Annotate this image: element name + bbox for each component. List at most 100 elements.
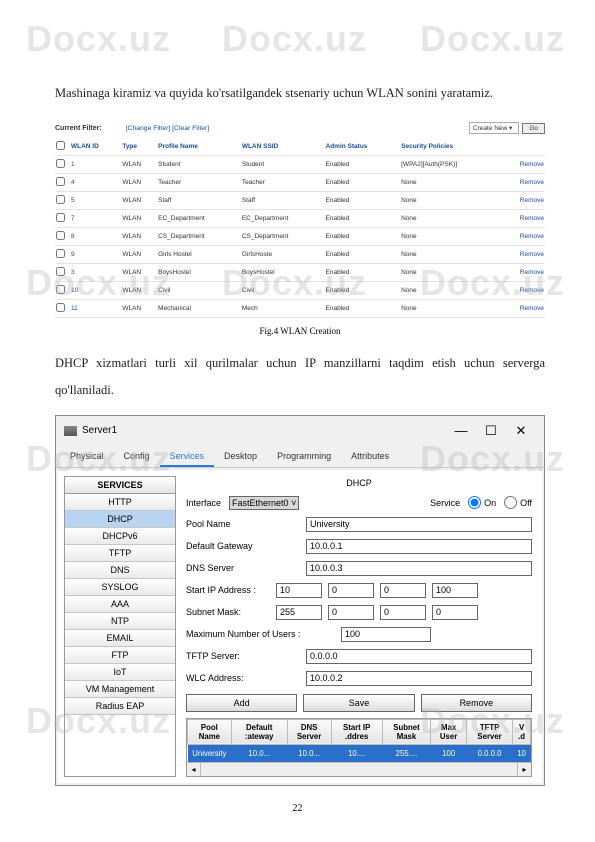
service-item-aaa[interactable]: AAA	[65, 596, 175, 613]
wlc-label: WLC Address:	[186, 673, 306, 683]
maximize-button[interactable]: ☐	[476, 422, 506, 440]
wlan-row: 1WLANStudentStudentEnabled[WPA2][Auth(PS…	[55, 156, 545, 174]
remove-button[interactable]: Remove	[421, 694, 532, 712]
title-bar: Server1 — ☐ ✕	[56, 416, 544, 446]
service-off-radio[interactable]	[504, 496, 517, 509]
pool-name-input[interactable]	[306, 517, 532, 532]
wlan-remove-link[interactable]: Remove	[520, 305, 544, 312]
tab-programming[interactable]: Programming	[267, 446, 341, 467]
start-ip-2[interactable]	[328, 583, 374, 598]
dhcp-pool-table: Pool NameDefault :atewayDNS ServerStart …	[186, 718, 532, 777]
service-item-dns[interactable]: DNS	[65, 562, 175, 579]
tab-services[interactable]: Services	[160, 446, 215, 467]
wlan-row-checkbox[interactable]	[56, 213, 65, 222]
scroll-left-icon[interactable]: ◂	[187, 762, 201, 776]
wlan-row-checkbox[interactable]	[56, 177, 65, 186]
scroll-right-icon[interactable]: ▸	[517, 762, 531, 776]
wlan-id-link[interactable]: 5	[71, 197, 75, 204]
add-button[interactable]: Add	[186, 694, 297, 712]
minimize-button[interactable]: —	[446, 422, 476, 440]
services-header: SERVICES	[65, 477, 175, 494]
service-on-radio[interactable]	[468, 496, 481, 509]
interface-select[interactable]: FastEthernet0 ˅	[229, 496, 299, 510]
max-users-input[interactable]	[341, 627, 431, 642]
wlan-remove-link[interactable]: Remove	[520, 287, 544, 294]
wlan-remove-link[interactable]: Remove	[520, 215, 544, 222]
gateway-input[interactable]	[306, 539, 532, 554]
wlan-row: 8WLANCS_DepartmentCS_DepartmentEnabledNo…	[55, 228, 545, 246]
wlan-row: 10WLANCivilCivilEnabledNoneRemove	[55, 282, 545, 300]
tab-config[interactable]: Config	[114, 446, 160, 467]
pool-name-label: Pool Name	[186, 519, 306, 529]
dhcp-table-header: Subnet Mask	[382, 719, 430, 744]
service-item-dhcp[interactable]: DHCP	[65, 511, 175, 528]
tab-desktop[interactable]: Desktop	[214, 446, 267, 467]
create-new-select[interactable]: Create New ▾	[469, 122, 519, 134]
wlan-row-checkbox[interactable]	[56, 159, 65, 168]
wlan-id-link[interactable]: 10	[71, 287, 78, 294]
wlan-id-link[interactable]: 7	[71, 215, 75, 222]
wlan-row: 7WLANEC_DepartmentEC_DepartmentEnabledNo…	[55, 210, 545, 228]
wlan-row-checkbox[interactable]	[56, 231, 65, 240]
dhcp-table-header: DNS Server	[287, 719, 331, 744]
wlan-select-all-checkbox[interactable]	[56, 141, 65, 150]
paragraph-2: DHCP xizmatlari turli xil qurilmalar uch…	[55, 350, 545, 403]
service-item-iot[interactable]: IoT	[65, 664, 175, 681]
tftp-label: TFTP Server:	[186, 651, 306, 661]
dns-input[interactable]	[306, 561, 532, 576]
wlan-section: Current Filter: [Change Filter] [Clear F…	[55, 118, 545, 318]
tab-physical[interactable]: Physical	[60, 446, 114, 467]
service-item-http[interactable]: HTTP	[65, 494, 175, 511]
dhcp-table-header: TFTP Server	[467, 719, 513, 744]
dhcp-title: DHCP	[186, 478, 532, 488]
on-label: On	[484, 498, 496, 508]
close-button[interactable]: ✕	[506, 422, 536, 440]
watermark: Docx.uz	[222, 18, 367, 60]
subnet-1[interactable]	[276, 605, 322, 620]
dhcp-table-header: Default :ateway	[231, 719, 287, 744]
service-item-vm-management[interactable]: VM Management	[65, 681, 175, 698]
service-item-radius-eap[interactable]: Radius EAP	[65, 698, 175, 715]
interface-label: Interface	[186, 498, 221, 508]
change-filter-link[interactable]: [Change Filter]	[126, 125, 171, 132]
wlan-id-link[interactable]: 1	[71, 161, 75, 168]
wlan-row: 9WLANGirls HostelGirlsHosteEnabledNoneRe…	[55, 246, 545, 264]
wlan-id-link[interactable]: 4	[71, 179, 75, 186]
service-item-email[interactable]: EMAIL	[65, 630, 175, 647]
start-ip-4[interactable]	[432, 583, 478, 598]
wlan-id-link[interactable]: 9	[71, 251, 75, 258]
wlan-id-link[interactable]: 3	[71, 269, 75, 276]
service-item-ftp[interactable]: FTP	[65, 647, 175, 664]
tab-attributes[interactable]: Attributes	[341, 446, 399, 467]
start-ip-3[interactable]	[380, 583, 426, 598]
wlan-remove-link[interactable]: Remove	[520, 197, 544, 204]
subnet-3[interactable]	[380, 605, 426, 620]
wlan-remove-link[interactable]: Remove	[520, 233, 544, 240]
dhcp-table-row[interactable]: University10.0...10.0...10....255....100…	[188, 744, 531, 762]
wlc-input[interactable]	[306, 671, 532, 686]
wlan-remove-link[interactable]: Remove	[520, 251, 544, 258]
clear-filter-link[interactable]: [Clear Filter]	[172, 125, 209, 132]
service-label: Service	[430, 498, 460, 508]
wlan-row-checkbox[interactable]	[56, 249, 65, 258]
tftp-input[interactable]	[306, 649, 532, 664]
wlan-row-checkbox[interactable]	[56, 267, 65, 276]
subnet-4[interactable]	[432, 605, 478, 620]
wlan-remove-link[interactable]: Remove	[520, 179, 544, 186]
service-item-tftp[interactable]: TFTP	[65, 545, 175, 562]
wlan-remove-link[interactable]: Remove	[520, 269, 544, 276]
subnet-2[interactable]	[328, 605, 374, 620]
wlan-row: 11WLANMechanicalMechEnabledNoneRemove	[55, 300, 545, 318]
service-item-syslog[interactable]: SYSLOG	[65, 579, 175, 596]
wlan-row-checkbox[interactable]	[56, 195, 65, 204]
wlan-id-link[interactable]: 8	[71, 233, 75, 240]
start-ip-1[interactable]	[276, 583, 322, 598]
go-button[interactable]: Go	[522, 123, 545, 134]
save-button[interactable]: Save	[303, 694, 414, 712]
service-item-dhcpv6[interactable]: DHCPv6	[65, 528, 175, 545]
service-item-ntp[interactable]: NTP	[65, 613, 175, 630]
wlan-row-checkbox[interactable]	[56, 303, 65, 312]
wlan-id-link[interactable]: 11	[71, 305, 78, 312]
wlan-row-checkbox[interactable]	[56, 285, 65, 294]
wlan-remove-link[interactable]: Remove	[520, 161, 544, 168]
